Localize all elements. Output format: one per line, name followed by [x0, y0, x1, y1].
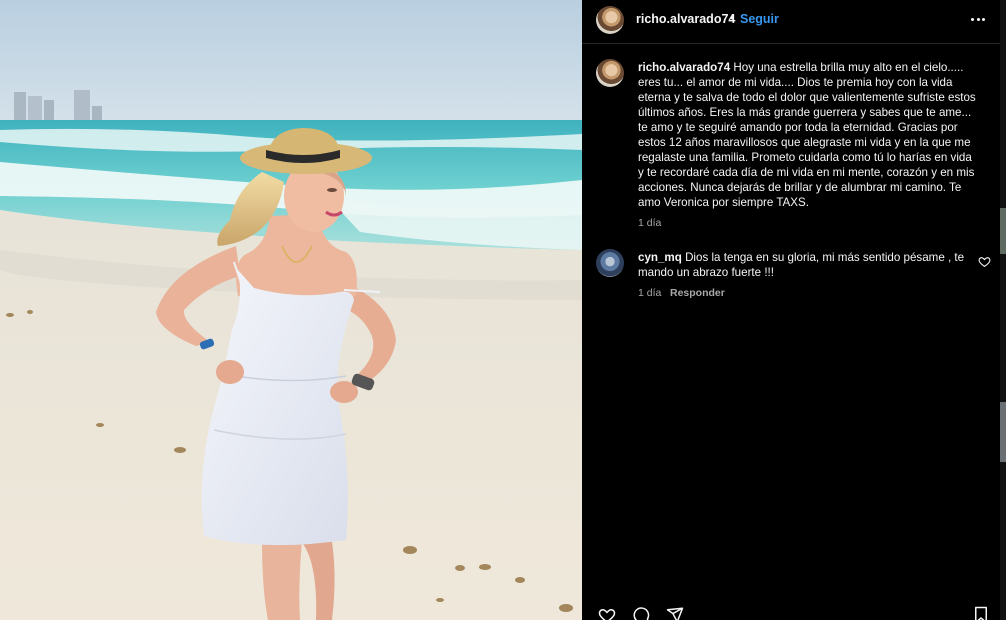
post-username[interactable]: richo.alvarado74 — [636, 12, 735, 26]
more-options-icon[interactable] — [968, 12, 988, 28]
comment-avatar[interactable] — [596, 249, 624, 277]
share-paper-plane-icon[interactable] — [664, 606, 686, 620]
like-heart-icon[interactable] — [596, 606, 618, 620]
comment-bubble-icon[interactable] — [630, 606, 652, 620]
comment-username[interactable]: cyn_mq — [638, 251, 682, 264]
follow-button[interactable]: Seguir — [740, 12, 779, 26]
avatar[interactable] — [596, 6, 624, 34]
post-header: richo.alvarado74 • Seguir — [582, 0, 1000, 44]
comment-text: cyn_mq Dios la tenga en su gloria, mi má… — [638, 250, 968, 280]
adjacent-window-edge — [1000, 0, 1006, 620]
beach-photo — [0, 0, 582, 620]
reply-button[interactable]: Responder — [670, 287, 725, 299]
post-actions — [582, 604, 1000, 620]
caption-text: richo.alvarado74 Hoy una estrella brilla… — [638, 60, 978, 210]
caption-body: Hoy una estrella brilla muy alto en el c… — [638, 61, 976, 209]
comment-timestamp[interactable]: 1 día — [638, 287, 661, 299]
comment-body: Dios la tenga en su gloria, mi más senti… — [638, 251, 965, 279]
heart-icon[interactable] — [978, 255, 991, 268]
caption-avatar[interactable] — [596, 59, 624, 87]
caption-username[interactable]: richo.alvarado74 — [638, 61, 730, 74]
post-photo[interactable] — [0, 0, 582, 620]
post-side-panel: richo.alvarado74 • Seguir richo.alvarado… — [582, 0, 1006, 620]
separator-dot: • — [730, 11, 735, 25]
caption-timestamp[interactable]: 1 día — [638, 217, 661, 229]
bookmark-icon[interactable] — [970, 606, 992, 620]
